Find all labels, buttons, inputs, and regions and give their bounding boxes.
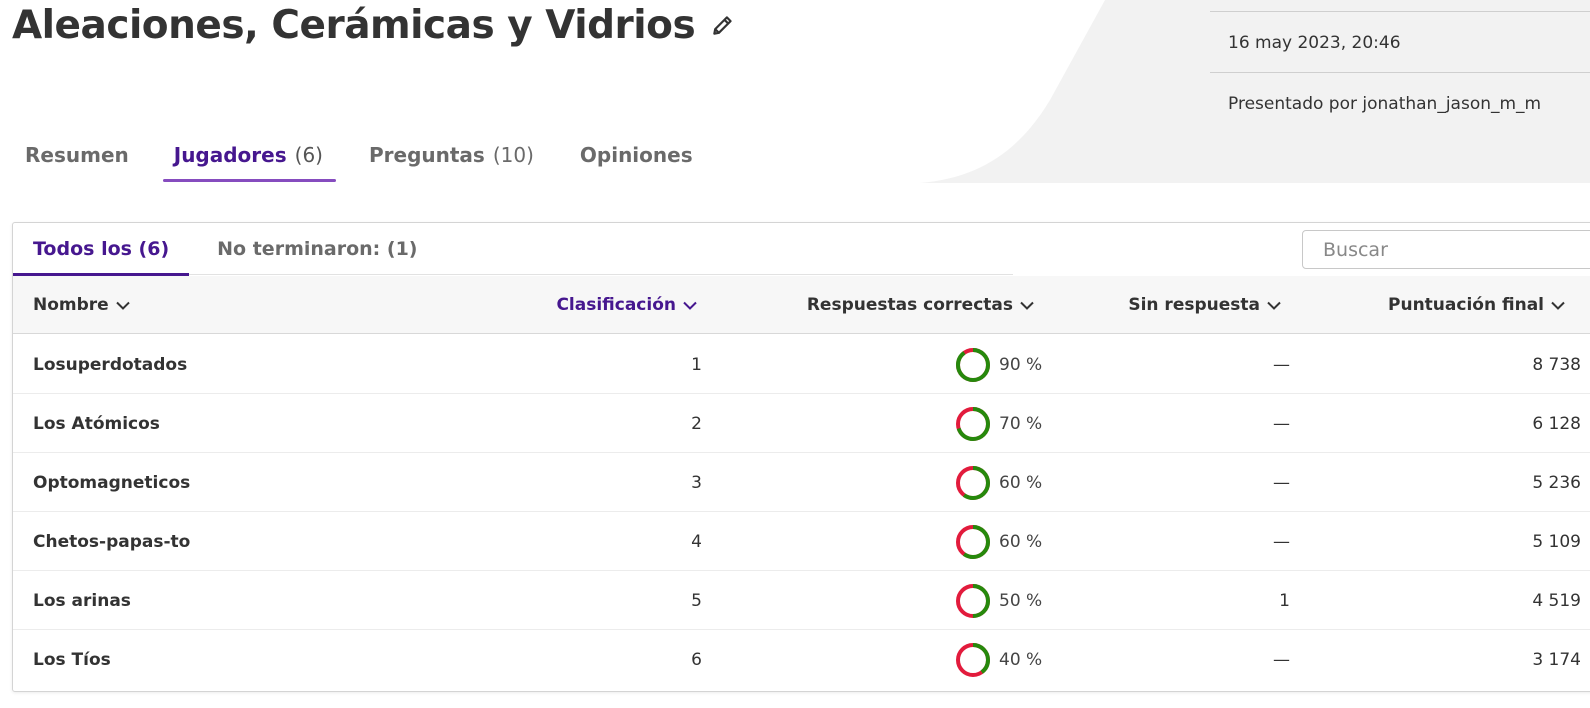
correct-percent: 60 % xyxy=(999,531,1043,552)
table-row[interactable]: Los Tíos 6 40 % — 3 174 xyxy=(13,630,1590,689)
table-header: Nombre Clasificación Respuestas correcta… xyxy=(13,276,1590,334)
players-card: Todos los (6) No terminaron: (1) Nombre … xyxy=(12,222,1590,692)
final-score: 5 109 xyxy=(1532,531,1581,552)
correct-donut xyxy=(956,465,990,500)
unanswered-count: — xyxy=(1273,413,1290,434)
unanswered-count: — xyxy=(1273,472,1290,493)
tab-count: (10) xyxy=(492,143,534,167)
correct-answers: 40 % xyxy=(955,630,1042,689)
final-score: 8 738 xyxy=(1532,354,1581,375)
subtab-unfinished[interactable]: No terminaron: (1) xyxy=(217,223,417,275)
player-rank: 1 xyxy=(691,354,702,375)
correct-donut xyxy=(956,583,990,618)
column-label: Clasificación xyxy=(556,295,676,315)
column-score[interactable]: Puntuación final xyxy=(1388,276,1565,334)
report-date: 16 may 2023, 20:46 xyxy=(1228,33,1401,53)
tab-label: Preguntas xyxy=(368,143,485,167)
player-rank: 6 xyxy=(691,649,702,670)
tab-label: Resumen xyxy=(25,143,129,167)
table-row[interactable]: Chetos-papas-to 4 60 % — 5 109 xyxy=(13,512,1590,571)
correct-donut xyxy=(956,642,990,677)
title-row: Aleaciones, Cerámicas y Vidrios xyxy=(12,0,737,50)
final-score: 3 174 xyxy=(1532,649,1581,670)
unanswered-count: — xyxy=(1273,649,1290,670)
table-body: Losuperdotados 1 90 % — 8 738 Los Atómic… xyxy=(13,335,1590,689)
correct-answers: 50 % xyxy=(955,571,1042,630)
player-rank: 2 xyxy=(691,413,702,434)
player-rank: 3 xyxy=(691,472,702,493)
correct-answers: 60 % xyxy=(955,453,1042,512)
chevron-down-icon xyxy=(683,301,697,310)
divider xyxy=(1210,11,1590,12)
correct-answers: 70 % xyxy=(955,394,1042,453)
player-rank: 5 xyxy=(691,590,702,611)
chevron-down-icon xyxy=(1267,301,1281,310)
column-label: Puntuación final xyxy=(1388,295,1544,315)
chevron-down-icon xyxy=(115,301,130,310)
tab-resumen[interactable]: Resumen xyxy=(25,130,129,184)
unanswered-count: 1 xyxy=(1279,590,1290,611)
column-label: Nombre xyxy=(33,295,109,315)
player-name: Chetos-papas-to xyxy=(33,531,191,552)
tab-preguntas[interactable]: Preguntas (10) xyxy=(369,130,534,184)
final-score: 6 128 xyxy=(1532,413,1581,434)
player-name: Losuperdotados xyxy=(33,354,188,375)
subtab-all[interactable]: Todos los (6) xyxy=(13,223,190,276)
column-label: Sin respuesta xyxy=(1128,295,1260,315)
correct-percent: 70 % xyxy=(999,413,1043,434)
tab-label: Jugadores xyxy=(173,143,287,167)
column-unanswered[interactable]: Sin respuesta xyxy=(1128,276,1281,334)
column-name[interactable]: Nombre xyxy=(33,276,130,334)
unanswered-count: — xyxy=(1273,354,1290,375)
tab-label: Opiniones xyxy=(579,143,693,167)
correct-percent: 50 % xyxy=(999,590,1043,611)
column-rank[interactable]: Clasificación xyxy=(556,276,697,334)
player-filter-tabs: Todos los (6) No terminaron: (1) xyxy=(13,223,1013,276)
table-row[interactable]: Los arinas 5 50 % 1 4 519 xyxy=(13,571,1590,630)
player-name: Los Tíos xyxy=(33,649,111,670)
final-score: 5 236 xyxy=(1532,472,1581,493)
player-name: Los Atómicos xyxy=(33,413,160,434)
column-label: Respuestas correctas xyxy=(806,295,1013,315)
tab-opiniones[interactable]: Opiniones xyxy=(580,130,693,184)
tab-jugadores[interactable]: Jugadores (6) xyxy=(162,130,337,184)
correct-percent: 60 % xyxy=(999,472,1043,493)
table-row[interactable]: Losuperdotados 1 90 % — 8 738 xyxy=(13,335,1590,394)
correct-donut xyxy=(956,406,990,441)
correct-donut xyxy=(956,347,990,382)
divider xyxy=(1210,72,1590,73)
table-row[interactable]: Optomagneticos 3 60 % — 5 236 xyxy=(13,453,1590,512)
search-input[interactable] xyxy=(1302,230,1590,269)
player-rank: 4 xyxy=(691,531,702,552)
chevron-down-icon xyxy=(1020,301,1034,310)
tab-count: (6) xyxy=(294,143,323,167)
pencil-icon[interactable] xyxy=(709,11,737,39)
correct-donut xyxy=(956,524,990,559)
correct-answers: 60 % xyxy=(955,512,1042,571)
final-score: 4 519 xyxy=(1532,590,1581,611)
column-correct[interactable]: Respuestas correctas xyxy=(807,276,1034,334)
presented-by: Presentado por jonathan_jason_m_m xyxy=(1228,94,1542,114)
correct-answers: 90 % xyxy=(955,335,1042,394)
player-name: Optomagneticos xyxy=(33,472,191,493)
chevron-down-icon xyxy=(1551,301,1565,310)
correct-percent: 40 % xyxy=(999,649,1043,670)
unanswered-count: — xyxy=(1273,531,1290,552)
report-tabs: Resumen Jugadores (6) Preguntas (10) Opi… xyxy=(12,130,693,184)
table-row[interactable]: Los Atómicos 2 70 % — 6 128 xyxy=(13,394,1590,453)
correct-percent: 90 % xyxy=(999,354,1043,375)
player-name: Los arinas xyxy=(33,590,131,611)
page-title: Aleaciones, Cerámicas y Vidrios xyxy=(12,2,696,48)
